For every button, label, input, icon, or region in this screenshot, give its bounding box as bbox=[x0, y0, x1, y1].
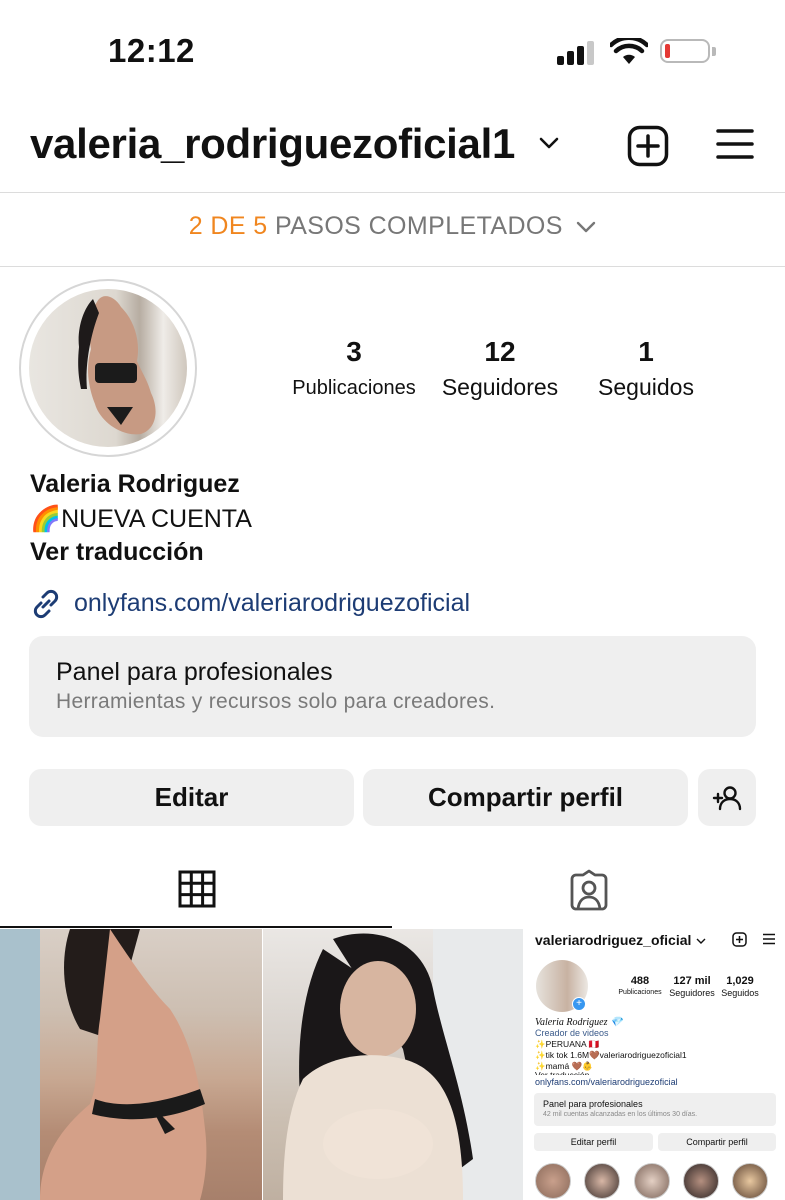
menu-icon bbox=[763, 933, 775, 945]
stat-posts-count: 3 bbox=[346, 336, 362, 367]
tagged-icon[interactable] bbox=[568, 869, 610, 911]
stat-following-label: Seguidos bbox=[598, 374, 694, 400]
avatar[interactable] bbox=[29, 289, 187, 447]
mini-highlight bbox=[683, 1163, 719, 1199]
share-profile-button[interactable]: Compartir perfil bbox=[363, 769, 688, 826]
mini-category: Creador de videos bbox=[535, 1028, 609, 1038]
mini-username: valeriarodriguez_oficial bbox=[535, 932, 692, 948]
see-translation-link[interactable]: Ver traducción bbox=[30, 538, 204, 567]
stat-followers-label: Seguidores bbox=[441, 374, 559, 400]
signal-icon bbox=[557, 40, 594, 65]
professional-dashboard-title: Panel para profesionales bbox=[56, 658, 333, 686]
chevron-down-icon bbox=[696, 938, 706, 944]
add-story-icon: + bbox=[572, 997, 586, 1011]
steps-label: PASOS COMPLETADOS bbox=[274, 212, 563, 240]
wifi-icon bbox=[610, 38, 648, 64]
post-thumbnail[interactable]: valeriarodriguez_oficial + 488 Publicaci… bbox=[524, 929, 785, 1200]
new-post-icon bbox=[732, 932, 747, 947]
link-icon bbox=[33, 589, 59, 619]
chevron-down-icon bbox=[577, 222, 596, 233]
edit-profile-button[interactable]: Editar bbox=[29, 769, 354, 826]
profile-link[interactable]: onlyfans.com/valeriarodriguezoficial bbox=[74, 589, 470, 618]
mini-stat-following: 1,029 Seguidos bbox=[712, 975, 768, 998]
stat-followers-count: 12 bbox=[484, 336, 516, 367]
menu-icon[interactable] bbox=[716, 127, 754, 161]
grid-icon[interactable] bbox=[178, 870, 216, 908]
mini-highlight bbox=[535, 1163, 571, 1199]
mini-stat-posts-label: Publicaciones bbox=[618, 989, 662, 996]
post-thumbnail[interactable] bbox=[263, 929, 523, 1200]
steps-count: 2 DE 5 bbox=[188, 212, 268, 240]
steps-completed[interactable]: 2 DE 5 PASOS COMPLETADOS bbox=[0, 212, 785, 241]
post-image bbox=[283, 929, 523, 1200]
post-thumbnail[interactable] bbox=[0, 929, 262, 1200]
mini-highlight bbox=[584, 1163, 620, 1199]
mini-stat-posts: 488 Publicaciones bbox=[612, 975, 668, 996]
profile-name: Valeria Rodriguez bbox=[30, 470, 240, 498]
mini-highlight bbox=[634, 1163, 670, 1199]
status-time: 12:12 bbox=[108, 32, 195, 69]
mini-share-button: Compartir perfil bbox=[658, 1133, 776, 1151]
mini-panel-title: Panel para profesionales bbox=[543, 1099, 643, 1109]
mini-name: Valeria Rodriguez 💎 bbox=[535, 1017, 623, 1028]
mini-stat-following-count: 1,029 bbox=[726, 975, 754, 987]
discover-people-button[interactable] bbox=[698, 769, 756, 826]
profile-bio: 🌈NUEVA CUENTA bbox=[30, 505, 252, 533]
profile-username[interactable]: valeria_rodriguezoficial1 bbox=[30, 120, 515, 168]
mini-stat-posts-count: 488 bbox=[630, 975, 650, 987]
mini-link: onlyfans.com/valeriarodriguezoficial bbox=[535, 1077, 678, 1087]
battery-icon bbox=[660, 39, 710, 63]
mini-stat-following-label: Seguidos bbox=[721, 988, 759, 998]
mini-edit-button: Editar perfil bbox=[534, 1133, 653, 1151]
stat-followers[interactable]: 12 Seguidores bbox=[428, 336, 572, 401]
stat-posts-label: Publicaciones bbox=[292, 377, 416, 399]
mini-translate: Ver traducción bbox=[535, 1070, 590, 1075]
active-tab-indicator bbox=[0, 926, 392, 928]
mini-bio-line: ✨PERUANA 🇵🇪 bbox=[535, 1039, 600, 1049]
add-person-icon bbox=[712, 785, 742, 810]
stat-following-count: 1 bbox=[638, 336, 654, 367]
stat-posts[interactable]: 3 Publicaciones bbox=[282, 336, 426, 400]
avatar-image bbox=[78, 296, 156, 435]
mini-highlight bbox=[732, 1163, 768, 1199]
stat-following[interactable]: 1 Seguidos bbox=[574, 336, 718, 401]
mini-panel bbox=[534, 1093, 776, 1126]
mini-bio-line: ✨tik tok 1.6M🤎valeriarodriguezoficial1 bbox=[535, 1050, 687, 1060]
chevron-down-icon[interactable] bbox=[538, 136, 560, 150]
post-image bbox=[0, 929, 207, 1200]
professional-dashboard-subtitle: Herramientas y recursos solo para creado… bbox=[56, 690, 496, 713]
new-post-icon[interactable] bbox=[627, 125, 669, 167]
mini-panel-subtitle: 42 mil cuentas alcanzadas en los últimos… bbox=[543, 1111, 698, 1118]
steps-divider bbox=[0, 266, 785, 267]
battery-tip bbox=[712, 47, 716, 56]
header-divider bbox=[0, 192, 785, 193]
